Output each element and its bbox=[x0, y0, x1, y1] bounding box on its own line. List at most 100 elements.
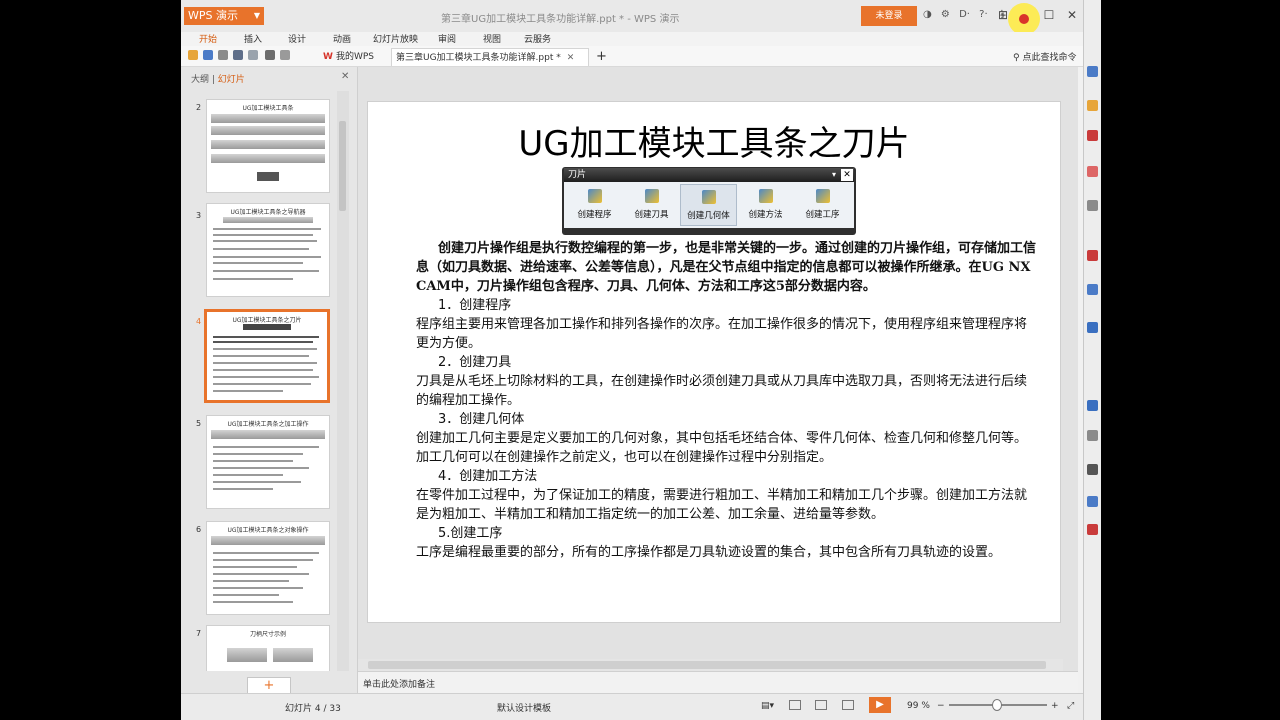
thumb-text-line bbox=[213, 559, 313, 561]
section-heading: 5.创建工序 bbox=[438, 526, 503, 541]
help-icon[interactable]: ?· bbox=[979, 9, 988, 20]
slide-title[interactable]: UG加工模块工具条之刀片 bbox=[368, 116, 1060, 165]
new-tab-button[interactable]: + bbox=[592, 48, 607, 66]
open-icon[interactable] bbox=[188, 50, 198, 60]
thumb-graphic bbox=[211, 140, 325, 149]
app-menu-button[interactable]: WPS 演示 ▼ bbox=[184, 7, 264, 25]
tab-outline[interactable]: 大纲 bbox=[191, 75, 209, 85]
thumb-text-line bbox=[213, 467, 309, 469]
tool-icon[interactable] bbox=[1087, 284, 1098, 295]
panel-scrollbar[interactable] bbox=[337, 91, 349, 671]
slide-body-text[interactable]: 创建刀片操作组是执行数控编程的第一步，也是非常关键的一步。通过创建的刀片操作组，… bbox=[416, 239, 1036, 562]
section-text: 工序是编程最重要的部分，所有的工序操作都是刀具轨迹设置的集合，其中包含所有刀具轨… bbox=[416, 545, 1002, 560]
tool-icon[interactable] bbox=[1087, 400, 1098, 411]
wps-presentation-window: WPS 演示 ▼ 第三章UG加工模块工具条功能详解.ppt * - WPS 演示… bbox=[181, 0, 1100, 720]
tool-icon[interactable] bbox=[1087, 66, 1098, 77]
tab-document[interactable]: 第三章UG加工模块工具条功能详解.ppt * ✕ bbox=[391, 48, 589, 66]
tool-icon[interactable] bbox=[1087, 322, 1098, 333]
normal-view-icon[interactable] bbox=[789, 700, 801, 710]
thumb-text-line bbox=[213, 248, 309, 250]
menu-slideshow[interactable]: 幻灯片放映 bbox=[373, 32, 418, 45]
add-slide-button[interactable]: + bbox=[247, 677, 291, 694]
tool-icon[interactable] bbox=[1087, 464, 1098, 475]
thumb-number: 5 bbox=[196, 419, 202, 428]
thumb-graphic bbox=[273, 648, 313, 662]
command-search[interactable]: ⚲ 点此查找命令 bbox=[1013, 50, 1076, 63]
share-icon[interactable]: D· bbox=[959, 9, 970, 20]
tab-slides[interactable]: 幻灯片 bbox=[218, 75, 245, 85]
thumb-text-line bbox=[213, 566, 297, 568]
tool-icon[interactable] bbox=[1087, 430, 1098, 441]
thumb-title: UG加工模块工具条 bbox=[242, 105, 294, 112]
toolbar-body: 创建程序 创建刀具 创建几何体 创建方法 创建工序 bbox=[564, 182, 854, 228]
skin-icon[interactable]: ◑ bbox=[923, 9, 932, 20]
operation-icon bbox=[815, 189, 830, 203]
thumb-number: 6 bbox=[196, 525, 202, 534]
preview-icon[interactable] bbox=[248, 50, 258, 60]
slide-thumbnail[interactable]: UG加工模块工具条 bbox=[206, 99, 330, 193]
maximize-icon[interactable]: ☐ bbox=[1038, 4, 1060, 26]
login-button[interactable]: 未登录 bbox=[861, 6, 917, 26]
menu-cloud[interactable]: 云服务 bbox=[524, 32, 551, 45]
slides-panel: 大纲 | 幻灯片 ✕ 2 UG加工模块工具条 3 UG加工模块工具条之导航器 4… bbox=[181, 67, 358, 694]
thumb-text-line bbox=[213, 262, 303, 264]
tab-close-icon[interactable]: ✕ bbox=[567, 53, 575, 63]
tool-icon[interactable] bbox=[1087, 524, 1098, 535]
section-text: 程序组主要用来管理各加工操作和排列各操作的次序。在加工操作很多的情况下，使用程序… bbox=[416, 317, 1028, 351]
export-icon[interactable] bbox=[218, 50, 228, 60]
tool-icon[interactable] bbox=[1087, 200, 1098, 211]
thumb-text-line bbox=[213, 446, 319, 448]
save-icon[interactable] bbox=[203, 50, 213, 60]
tool-icon[interactable] bbox=[1087, 130, 1098, 141]
slide-thumbnail[interactable]: 刀柄尺寸示例 bbox=[206, 625, 330, 671]
slide-thumbnail[interactable]: UG加工模块工具条之导航器 bbox=[206, 203, 330, 297]
scrollbar-thumb[interactable] bbox=[368, 661, 1046, 669]
tool-icon[interactable] bbox=[1087, 250, 1098, 261]
tab-my-wps[interactable]: W 我的WPS bbox=[319, 48, 374, 66]
scrollbar-thumb[interactable] bbox=[339, 121, 346, 211]
slide-thumbnail-selected[interactable]: UG加工模块工具条之刀片 bbox=[204, 309, 330, 403]
fit-window-icon[interactable]: ⤢ bbox=[1067, 701, 1074, 711]
create-program-item: 创建程序 bbox=[566, 184, 623, 226]
undo-icon[interactable] bbox=[265, 50, 275, 60]
slide-counter: 幻灯片 4 / 33 bbox=[285, 704, 341, 714]
slide-thumbnail[interactable]: UG加工模块工具条之加工操作 bbox=[206, 415, 330, 509]
document-title: 第三章UG加工模块工具条功能详解.ppt * - WPS 演示 bbox=[441, 14, 680, 25]
section-heading: 3．创建几何体 bbox=[438, 412, 525, 427]
item-label: 创建工序 bbox=[805, 210, 840, 220]
menu-home[interactable]: 开始 bbox=[199, 32, 217, 45]
slideshow-play-button[interactable]: ▶ bbox=[869, 697, 891, 713]
menu-view[interactable]: 视图 bbox=[483, 32, 501, 45]
slide-canvas[interactable]: UG加工模块工具条之刀片 刀片 ▾ ✕ 创建程序 创建刀具 创建几何体 创建方法… bbox=[367, 101, 1061, 623]
menu-animation[interactable]: 动画 bbox=[333, 32, 351, 45]
thumb-text-line bbox=[213, 580, 289, 582]
create-method-item: 创建方法 bbox=[737, 184, 794, 226]
print-icon[interactable] bbox=[233, 50, 243, 60]
thumb-text-line bbox=[213, 601, 293, 603]
tool-icon[interactable] bbox=[1087, 496, 1098, 507]
editor-horizontal-scrollbar[interactable] bbox=[358, 659, 1063, 671]
spelling-icon[interactable]: ▤▾ bbox=[761, 701, 774, 711]
tool-icon[interactable] bbox=[1087, 100, 1098, 111]
zoom-out-icon[interactable]: − bbox=[937, 701, 945, 711]
tool-icon[interactable] bbox=[1087, 166, 1098, 177]
sorter-view-icon[interactable] bbox=[815, 700, 827, 710]
menu-design[interactable]: 设计 bbox=[288, 32, 306, 45]
slide-thumbnail[interactable]: UG加工模块工具条之对象操作 bbox=[206, 521, 330, 615]
redo-icon[interactable] bbox=[280, 50, 290, 60]
reading-view-icon[interactable] bbox=[842, 700, 854, 710]
notes-pane[interactable]: 单击此处添加备注 bbox=[358, 671, 1078, 694]
section-heading: 2．创建刀具 bbox=[438, 355, 512, 370]
thumb-text-line bbox=[213, 552, 319, 554]
thumb-text-line bbox=[213, 341, 313, 343]
zoom-in-icon[interactable]: + bbox=[1051, 701, 1059, 711]
menu-review[interactable]: 审阅 bbox=[438, 32, 456, 45]
close-icon[interactable]: ✕ bbox=[1061, 4, 1083, 26]
settings-icon[interactable]: ⚙ bbox=[941, 9, 950, 20]
zoom-slider-handle[interactable] bbox=[992, 699, 1002, 711]
menu-insert[interactable]: 插入 bbox=[244, 32, 262, 45]
editor-vertical-scrollbar[interactable] bbox=[1063, 101, 1075, 661]
thumb-text-line bbox=[213, 228, 321, 230]
panel-close-icon[interactable]: ✕ bbox=[341, 71, 349, 82]
thumb-text-line bbox=[213, 390, 283, 392]
